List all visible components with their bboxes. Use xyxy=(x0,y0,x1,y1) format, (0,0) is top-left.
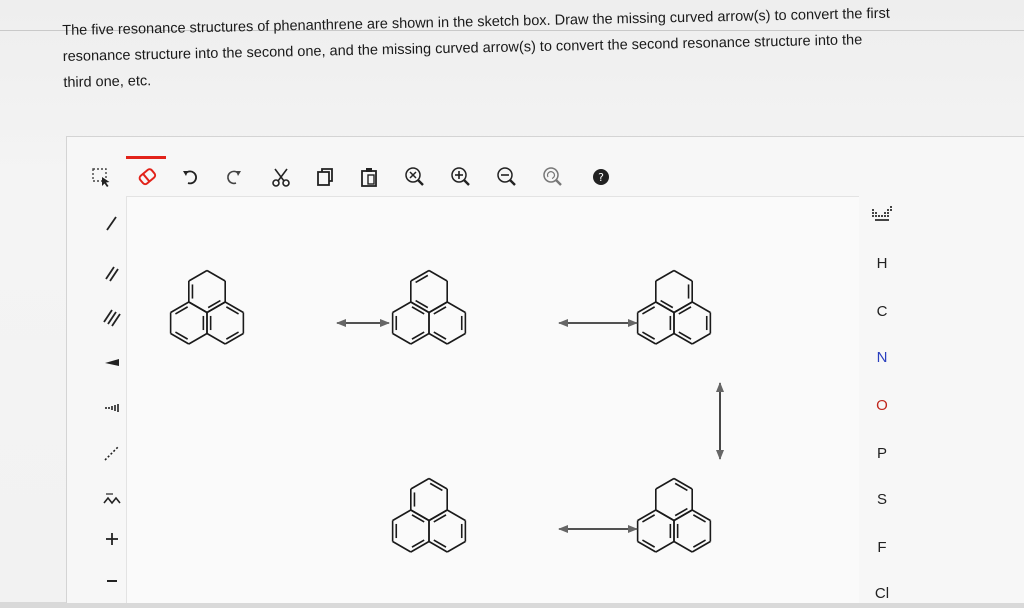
bond xyxy=(392,509,412,522)
copy-icon xyxy=(317,168,333,186)
bond xyxy=(206,332,226,345)
paste-icon xyxy=(361,168,377,187)
bond xyxy=(446,301,466,314)
bond xyxy=(446,540,466,553)
bond xyxy=(655,269,675,282)
copy-button[interactable] xyxy=(312,164,338,190)
element-toolbar: H C N O P S F Cl xyxy=(862,200,904,602)
single-bond-icon xyxy=(106,216,117,231)
undo-icon xyxy=(183,170,197,185)
resonance-structure-1[interactable] xyxy=(169,269,245,345)
bond xyxy=(673,269,693,282)
periodic-table-icon xyxy=(872,206,892,221)
help-button[interactable]: ? xyxy=(588,164,614,190)
bond xyxy=(446,509,466,522)
page: The five resonance structures of phenant… xyxy=(0,0,1024,603)
double-bond-icon xyxy=(105,266,119,282)
eraser-icon xyxy=(138,168,157,186)
hash-bond-icon xyxy=(105,404,119,412)
resonance-structure-2[interactable] xyxy=(391,269,467,345)
bond xyxy=(188,301,208,314)
undo-button[interactable] xyxy=(178,164,204,190)
bond xyxy=(392,332,412,345)
zoom-in-button[interactable] xyxy=(448,164,474,190)
bond xyxy=(428,269,448,282)
bond xyxy=(188,269,208,282)
scissors-icon xyxy=(272,168,290,187)
element-n[interactable]: N xyxy=(862,342,902,372)
bond xyxy=(655,332,675,345)
canvas-drawing xyxy=(169,269,724,553)
bond xyxy=(446,332,466,345)
top-toolbar: ? xyxy=(82,156,622,192)
erase-tool[interactable] xyxy=(134,164,160,190)
bond xyxy=(673,540,693,553)
help-icon: ? xyxy=(593,169,609,185)
resonance-structure-3[interactable] xyxy=(636,269,712,345)
bond xyxy=(392,540,412,553)
selection-icon xyxy=(92,168,110,187)
element-cl[interactable]: Cl xyxy=(862,578,902,608)
bond xyxy=(655,477,675,490)
bond xyxy=(655,540,675,553)
triple-bond-icon xyxy=(103,309,121,327)
element-f[interactable]: F xyxy=(862,532,902,562)
positive-charge-icon xyxy=(106,533,118,545)
bond xyxy=(188,332,208,345)
bond xyxy=(691,301,711,314)
negative-charge-icon xyxy=(107,580,117,582)
redo-button[interactable] xyxy=(220,164,246,190)
periodic-table-button[interactable] xyxy=(862,200,902,230)
element-c[interactable]: C xyxy=(862,296,902,326)
clear-zoom-icon xyxy=(405,167,424,186)
resonance-structure-5[interactable] xyxy=(636,477,712,553)
element-h[interactable]: H xyxy=(862,248,902,278)
cut-button[interactable] xyxy=(268,164,294,190)
bond xyxy=(410,477,430,490)
question-text: The five resonance structures of phenant… xyxy=(62,0,1003,96)
resonance-structure-4[interactable] xyxy=(391,477,467,553)
element-o[interactable]: O xyxy=(862,390,902,420)
bond xyxy=(655,509,675,522)
chain-icon xyxy=(103,493,121,505)
redo-icon xyxy=(227,170,241,185)
bond xyxy=(206,269,226,282)
zoom-out-icon xyxy=(497,167,516,186)
paste-button[interactable] xyxy=(356,164,382,190)
wedge-bond-icon xyxy=(105,359,119,366)
select-tool[interactable] xyxy=(88,164,114,190)
zoom-out-button[interactable] xyxy=(494,164,520,190)
sketch-canvas[interactable] xyxy=(126,196,859,603)
svg-text:?: ? xyxy=(598,171,604,184)
element-p[interactable]: P xyxy=(862,438,902,468)
zoom-in-icon xyxy=(451,167,470,186)
zoom-reset-icon xyxy=(543,167,562,186)
element-s[interactable]: S xyxy=(862,484,902,514)
bond xyxy=(392,301,412,314)
clear-button[interactable] xyxy=(402,164,428,190)
dashed-bond-icon xyxy=(104,445,120,461)
bond xyxy=(691,332,711,345)
zoom-reset-button[interactable] xyxy=(540,164,566,190)
